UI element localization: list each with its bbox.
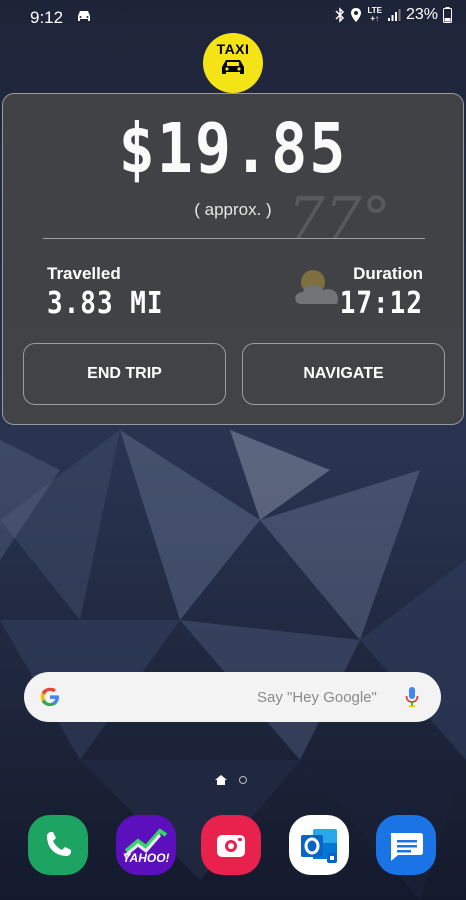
car-icon [78, 11, 90, 21]
travelled-label: Travelled [47, 264, 121, 283]
network-type-bottom: +↑ [370, 14, 380, 23]
camera-app-icon[interactable] [201, 815, 261, 875]
fare-approx-label: ( approx. ) [194, 200, 272, 219]
home-page-icon[interactable] [214, 774, 228, 786]
bluetooth-icon [335, 7, 345, 23]
taxi-logo-text: TAXI [216, 41, 250, 57]
duration-value: 17:12 [339, 286, 423, 322]
messages-app-icon[interactable] [376, 815, 436, 875]
search-hint: Say "Hey Google" [257, 689, 377, 706]
phone-app-icon[interactable] [28, 815, 88, 875]
google-g-icon [40, 687, 59, 706]
navigate-button[interactable]: NAVIGATE [242, 343, 445, 405]
fare-amount: $19.85 [118, 108, 348, 190]
yahoo-finance-app-icon[interactable]: YAHOO! [116, 815, 176, 875]
network-type: LTE +↑ [367, 7, 382, 23]
signal-icon [387, 9, 401, 21]
google-search-bar[interactable]: Say "Hey Google" [24, 672, 441, 722]
status-time: 9:12 [30, 8, 64, 27]
taxi-logo[interactable]: TAXI [203, 33, 263, 93]
status-bar: 9:12 LTE +↑ 23% [0, 0, 466, 34]
end-trip-button[interactable]: END TRIP [23, 343, 226, 405]
location-icon [351, 8, 362, 22]
outlook-app-icon[interactable] [289, 815, 349, 875]
page-indicator [214, 774, 254, 788]
taxi-car-icon [222, 60, 244, 74]
battery-icon [443, 7, 452, 23]
divider [43, 238, 425, 239]
duration-label: Duration [353, 264, 423, 283]
battery-percent: 23% [405, 6, 438, 23]
travelled-value: 3.83 MI [47, 286, 164, 322]
yahoo-logo-text: YAHOO! [122, 851, 170, 865]
taxi-meter-widget: 77° $19.85 ( approx. ) Travelled 3.83 MI… [2, 93, 464, 425]
microphone-icon[interactable] [404, 685, 420, 709]
page-dot[interactable] [239, 776, 247, 784]
